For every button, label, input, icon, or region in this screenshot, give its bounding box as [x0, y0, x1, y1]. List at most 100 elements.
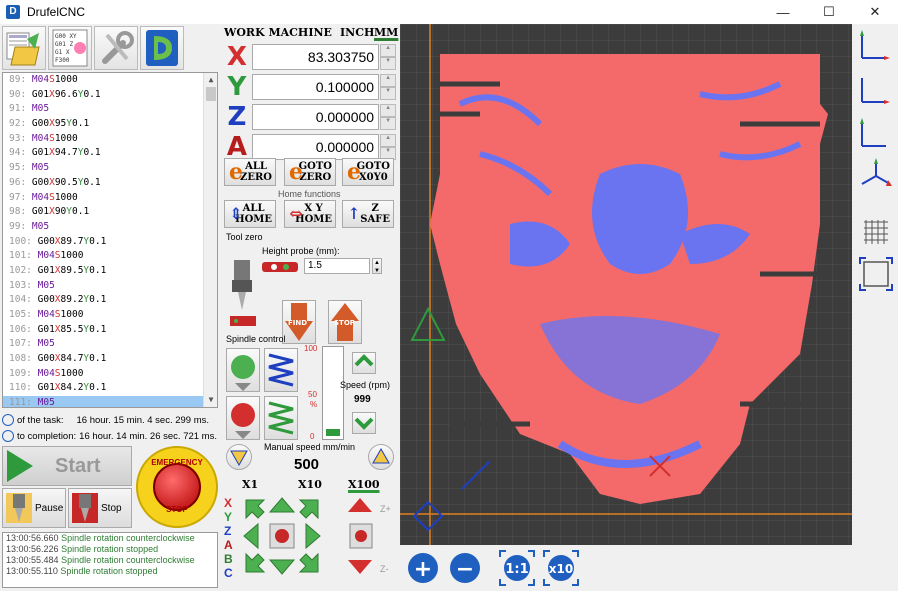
- minimize-button[interactable]: —: [760, 0, 806, 24]
- height-probe-input[interactable]: 1.5: [304, 258, 370, 274]
- start-button[interactable]: Start: [2, 446, 132, 486]
- axis-a-spinner[interactable]: ▲ ▼: [380, 134, 396, 160]
- gcode-line[interactable]: 91: M05: [3, 102, 217, 117]
- gcode-line[interactable]: 106: G01X85.5Y0.1: [3, 323, 217, 338]
- spin-up-icon[interactable]: ▲: [380, 44, 396, 57]
- jog-axis-x[interactable]: X: [224, 496, 236, 510]
- gcode-line[interactable]: 95: M05: [3, 161, 217, 176]
- goto-x0y0-button[interactable]: e GOTO X0Y0: [342, 158, 394, 186]
- maximize-button[interactable]: ☐: [806, 0, 852, 24]
- zoom-in-button[interactable]: +: [404, 549, 442, 587]
- gcode-line[interactable]: 93: M04S1000: [3, 132, 217, 147]
- spin-up-icon[interactable]: ▲: [380, 104, 396, 117]
- gcode-line[interactable]: 103: M05: [3, 279, 217, 294]
- xy-home-button[interactable]: ⇔ X Y HOME: [284, 200, 336, 228]
- work-machine-label[interactable]: WORK MACHINE: [224, 26, 332, 39]
- find-button[interactable]: FIND: [282, 300, 316, 344]
- axis-x-value[interactable]: 83.303750: [251, 44, 380, 70]
- view-top-button[interactable]: [858, 28, 894, 64]
- about-button[interactable]: [140, 26, 184, 70]
- spindle-reverse-button[interactable]: [264, 396, 298, 440]
- gcode-line[interactable]: 105: M04S1000: [3, 308, 217, 323]
- axis-x-zero-button[interactable]: X: [224, 43, 250, 71]
- axis-z-value[interactable]: 0.000000: [251, 104, 380, 130]
- spindle-stop-button[interactable]: [226, 396, 260, 440]
- jog-axis-a[interactable]: A: [224, 538, 236, 552]
- spindle-speed-slider[interactable]: [322, 346, 344, 440]
- spin-up-icon[interactable]: ▲: [380, 134, 396, 147]
- gcode-scrollbar[interactable]: ▲ ▼: [203, 73, 217, 407]
- gcode-line[interactable]: 108: G00X84.7Y0.1: [3, 352, 217, 367]
- view-iso-button[interactable]: [858, 158, 894, 194]
- jog-axis-y[interactable]: Y: [224, 510, 236, 524]
- view-front-button[interactable]: [858, 72, 894, 108]
- close-button[interactable]: ✕: [852, 0, 898, 24]
- z-safe-button[interactable]: ↑ Z SAFE: [342, 200, 394, 228]
- step-x10-button[interactable]: X10: [298, 478, 322, 491]
- gcode-line[interactable]: 109: M04S1000: [3, 367, 217, 382]
- goto-zero-button[interactable]: e GOTO ZERO: [284, 158, 336, 186]
- axis-z-zero-button[interactable]: Z: [224, 103, 250, 131]
- toolpath-canvas[interactable]: [400, 24, 852, 545]
- spin-down-icon[interactable]: ▼: [380, 117, 396, 130]
- axis-y-spinner[interactable]: ▲ ▼: [380, 74, 396, 100]
- settings-button[interactable]: [94, 26, 138, 70]
- gcode-line[interactable]: 104: G00X89.2Y0.1: [3, 293, 217, 308]
- view-side-button[interactable]: [858, 116, 894, 152]
- gcode-line[interactable]: 99: M05: [3, 220, 217, 235]
- emergency-stop-button[interactable]: EMERGENCY STOP: [136, 446, 218, 528]
- spindle-ccw-button[interactable]: [264, 348, 298, 392]
- open-file-button[interactable]: [2, 26, 46, 70]
- speed-down-button[interactable]: [352, 412, 376, 434]
- mm-toggle[interactable]: MM: [374, 26, 398, 39]
- axis-y-zero-button[interactable]: Y: [224, 73, 250, 101]
- speed-increase-button[interactable]: [368, 444, 394, 470]
- gcode-line[interactable]: 89: M04S1000: [3, 73, 217, 88]
- jog-axis-c[interactable]: C: [224, 566, 236, 580]
- xy-jog-pad[interactable]: [242, 496, 322, 576]
- frame-button[interactable]: [858, 256, 894, 292]
- stop-button[interactable]: Stop: [68, 488, 132, 528]
- all-home-button[interactable]: ⇕ ALL HOME: [224, 200, 276, 228]
- probe-stop-button[interactable]: STOP: [328, 300, 362, 344]
- gcode-line[interactable]: 97: M04S1000: [3, 191, 217, 206]
- gcode-line[interactable]: 102: G01X89.5Y0.1: [3, 264, 217, 279]
- zoom-1to1-button[interactable]: 1:1: [498, 549, 536, 587]
- axis-z-spinner[interactable]: ▲ ▼: [380, 104, 396, 130]
- gcode-line[interactable]: 110: G01X84.2Y0.1: [3, 381, 217, 396]
- jog-axis-z[interactable]: Z: [224, 524, 236, 538]
- axis-a-value[interactable]: 0.000000: [251, 134, 380, 160]
- axis-x-spinner[interactable]: ▲ ▼: [380, 44, 396, 70]
- spindle-cw-button[interactable]: [226, 348, 260, 392]
- pause-button[interactable]: Pause: [2, 488, 66, 528]
- gcode-line[interactable]: 96: G00X90.5Y0.1: [3, 176, 217, 191]
- spin-down-icon[interactable]: ▼: [380, 57, 396, 70]
- gcode-line[interactable]: 98: G01X90Y0.1: [3, 205, 217, 220]
- height-probe-spinner[interactable]: ▲ ▼: [372, 258, 382, 274]
- gcode-line[interactable]: 100: G00X89.7Y0.1: [3, 235, 217, 250]
- step-x1-button[interactable]: X1: [242, 478, 258, 491]
- axis-a-zero-button[interactable]: A: [224, 133, 250, 161]
- axis-y-value[interactable]: 0.100000: [251, 74, 380, 100]
- z-jog-pad[interactable]: [344, 496, 378, 576]
- gcode-listing[interactable]: 89: M04S1000 90: G01X96.6Y0.1 91: M05 92: G…: [2, 72, 218, 408]
- gcode-line[interactable]: 101: M04S1000: [3, 249, 217, 264]
- jog-axis-b[interactable]: B: [224, 552, 236, 566]
- grid-button[interactable]: [858, 214, 894, 250]
- all-zero-button[interactable]: e ALL ZERO: [224, 158, 276, 186]
- gcode-editor-button[interactable]: G00 XY G01 Z G1 X F300: [48, 26, 92, 70]
- event-log[interactable]: 13:00:56.660 Spindle rotation counterclo…: [2, 532, 218, 588]
- gcode-line[interactable]: 90: G01X96.6Y0.1: [3, 88, 217, 103]
- scroll-down-icon[interactable]: ▼: [204, 393, 217, 407]
- speed-up-button[interactable]: [352, 352, 376, 374]
- gcode-line[interactable]: 92: G00X95Y0.1: [3, 117, 217, 132]
- zoom-out-button[interactable]: −: [446, 549, 484, 587]
- scroll-up-icon[interactable]: ▲: [204, 73, 217, 87]
- spin-down-icon[interactable]: ▼: [380, 87, 396, 100]
- gcode-line[interactable]: 107: M05: [3, 337, 217, 352]
- zoom-x10-button[interactable]: x10: [542, 549, 580, 587]
- gcode-line[interactable]: 111: M05: [3, 396, 217, 407]
- inch-toggle[interactable]: INCH: [340, 26, 374, 39]
- scroll-thumb[interactable]: [206, 87, 216, 101]
- gcode-line[interactable]: 94: G01X94.7Y0.1: [3, 146, 217, 161]
